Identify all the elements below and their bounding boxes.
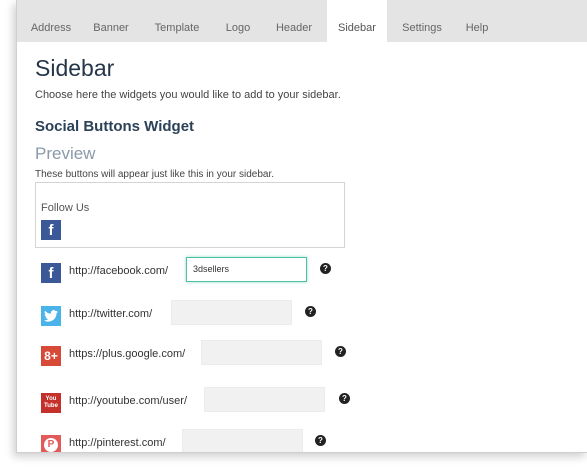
help-icon[interactable]: ? [320, 263, 331, 274]
tab-sidebar[interactable]: Sidebar [327, 0, 387, 42]
twitter-icon [41, 306, 61, 326]
facebook-icon: f [41, 220, 61, 240]
help-icon[interactable]: ? [305, 306, 316, 317]
facebook-icon: f [41, 263, 61, 283]
youtube-icon: You Tube [41, 393, 61, 413]
pinterest-url-label: http://pinterest.com/ [69, 437, 166, 449]
widget-title: Social Buttons Widget [35, 118, 195, 135]
help-icon[interactable]: ? [315, 435, 326, 446]
preview-box [35, 182, 345, 248]
preview-title: Preview [35, 144, 96, 163]
pinterest-username-field[interactable] [182, 429, 303, 452]
google-plus-username-field[interactable] [201, 340, 322, 365]
tab-address[interactable]: Address [25, 0, 77, 42]
help-icon[interactable]: ? [335, 346, 346, 357]
twitter-url-label: http://twitter.com/ [69, 308, 153, 320]
preview-description: These buttons will appear just like this… [35, 169, 275, 180]
pinterest-icon: P [41, 435, 61, 452]
tab-logo[interactable]: Logo [218, 0, 258, 42]
page-title: Sidebar [35, 55, 115, 81]
help-icon[interactable]: ? [339, 393, 350, 404]
google-plus-icon: 8+ [41, 346, 61, 366]
google-plus-url-label: https://plus.google.com/ [69, 348, 186, 360]
tab-help[interactable]: Help [457, 0, 497, 42]
youtube-username-field[interactable] [204, 387, 325, 412]
twitter-username-field[interactable] [171, 300, 292, 325]
tab-settings[interactable]: Settings [395, 0, 449, 42]
youtube-url-label: http://youtube.com/user/ [69, 395, 188, 407]
facebook-username-field[interactable]: 3dsellers [186, 257, 307, 282]
tab-template[interactable]: Template [148, 0, 206, 42]
tab-bar: Address Banner Template Logo Header Side… [17, 0, 587, 42]
facebook-url-label: http://facebook.com/ [69, 265, 169, 277]
settings-panel: Address Banner Template Logo Header Side… [16, 0, 587, 453]
page-description: Choose here the widgets you would like t… [35, 89, 341, 101]
tab-banner[interactable]: Banner [85, 0, 137, 42]
tab-header[interactable]: Header [269, 0, 319, 42]
follow-us-label: Follow Us [41, 202, 90, 214]
